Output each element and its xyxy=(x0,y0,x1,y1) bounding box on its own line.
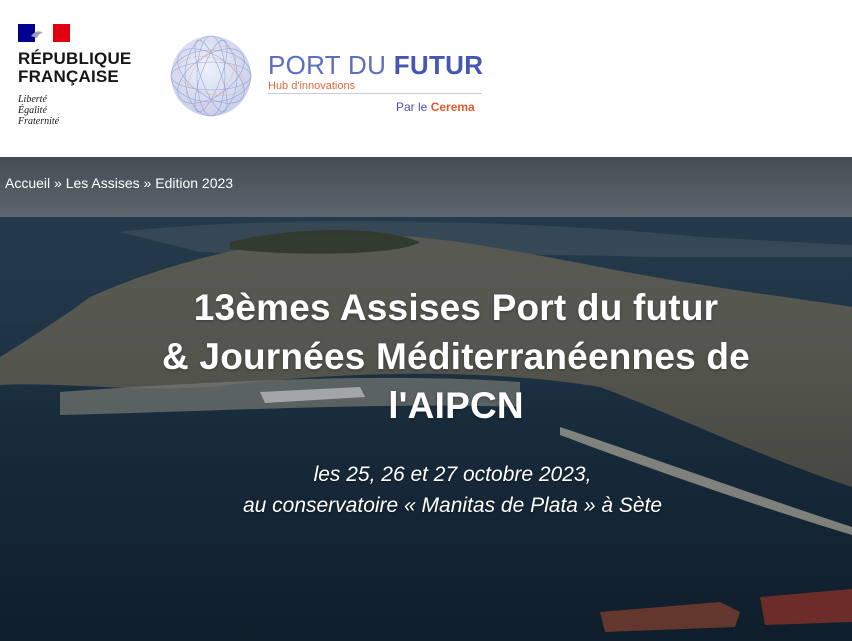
logo-title-part2: FUTUR xyxy=(393,50,484,80)
breadcrumb-item-accueil[interactable]: Accueil xyxy=(5,175,50,191)
globe-logo-icon[interactable] xyxy=(168,33,254,119)
hero-banner: Accueil » Les Assises » Edition 2023 13è… xyxy=(0,157,852,641)
logo-title[interactable]: PORT DU FUTUR xyxy=(268,51,483,79)
breadcrumb: Accueil » Les Assises » Edition 2023 xyxy=(5,175,233,191)
logo-by-prefix: Par le xyxy=(396,100,431,114)
motto-egalite: Égalité xyxy=(18,105,47,116)
site-header: RÉPUBLIQUE FRANÇAISE Liberté Égalité Fra… xyxy=(0,0,852,157)
rf-name: RÉPUBLIQUE FRANÇAISE xyxy=(18,50,158,86)
title-line1: 13èmes Assises Port du futur xyxy=(193,287,719,328)
title-line2: & Journées Méditerranéennes de xyxy=(162,336,750,377)
breadcrumb-item-les-assises[interactable]: Les Assises xyxy=(66,175,140,191)
rf-motto: Liberté Égalité Fraternité xyxy=(18,94,158,127)
logo-by-name: Cerema xyxy=(430,100,475,114)
motto-fraternite: Fraternité xyxy=(18,116,60,127)
event-date-location: les 25, 26 et 27 octobre 2023, au conser… xyxy=(0,459,852,521)
event-dates: les 25, 26 et 27 octobre 2023, xyxy=(313,463,592,486)
rf-name-line2: FRANÇAISE xyxy=(18,67,119,86)
event-location: au conservatoire « Manitas de Plata » à … xyxy=(242,494,663,517)
motto-liberte: Liberté xyxy=(18,94,47,105)
marianne-flag-icon xyxy=(18,24,70,42)
republique-francaise-logo[interactable]: RÉPUBLIQUE FRANÇAISE Liberté Égalité Fra… xyxy=(18,24,158,127)
rf-name-line1: RÉPUBLIQUE xyxy=(18,49,132,68)
logo-title-part1: PORT DU xyxy=(268,50,394,80)
breadcrumb-item-edition-2023: Edition 2023 xyxy=(155,175,234,191)
logo-subtitle: Hub d'innovations xyxy=(268,80,356,92)
page-title: 13èmes Assises Port du futur & Journées … xyxy=(30,283,852,430)
logo-divider xyxy=(268,93,482,94)
breadcrumb-separator: » xyxy=(50,175,66,191)
breadcrumb-separator: » xyxy=(139,175,156,191)
logo-byline: Par le Cerema xyxy=(396,100,475,114)
title-line3: l'AIPCN xyxy=(388,385,524,426)
